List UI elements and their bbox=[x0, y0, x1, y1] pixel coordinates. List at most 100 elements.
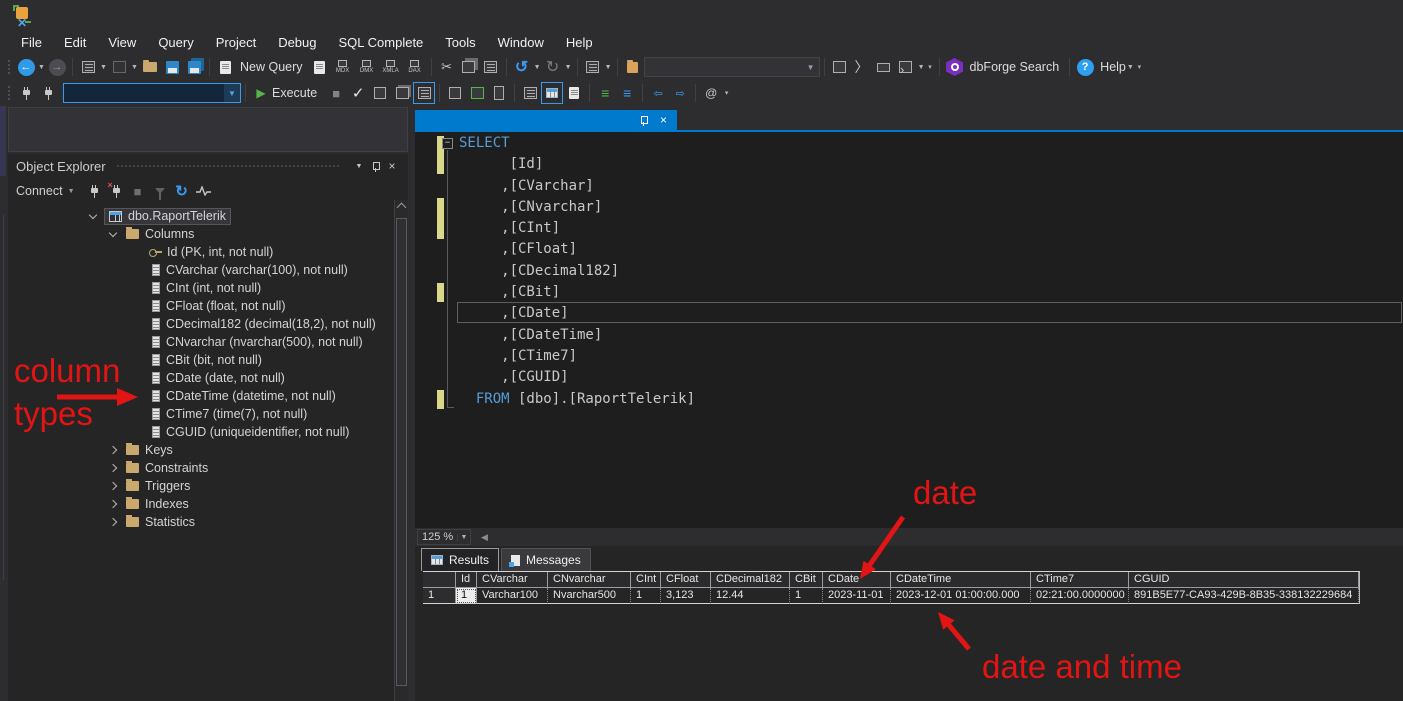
showplan-icon[interactable] bbox=[369, 82, 391, 104]
menu-window[interactable]: Window bbox=[487, 32, 555, 54]
tree-item-column[interactable]: CInt (int, not null) bbox=[8, 279, 408, 297]
new-project-dropdown-icon[interactable]: ▼ bbox=[99, 56, 108, 78]
tree-item-column[interactable]: CVarchar (varchar(100), not null) bbox=[8, 261, 408, 279]
tree-item-column[interactable]: CNvarchar (nvarchar(500), not null) bbox=[8, 333, 408, 351]
cancel-query-icon[interactable]: ■ bbox=[325, 82, 347, 104]
increase-indent-icon[interactable]: ⇨ bbox=[669, 82, 691, 104]
available-databases-combobox[interactable]: ▼ bbox=[63, 83, 241, 103]
tools-dropdown-icon[interactable]: ▼ bbox=[917, 56, 926, 78]
menu-project[interactable]: Project bbox=[205, 32, 267, 54]
menu-edit[interactable]: Edit bbox=[53, 32, 97, 54]
grid-corner-cell[interactable] bbox=[423, 572, 456, 588]
dbforge-search-button[interactable]: dbForge Search bbox=[970, 60, 1060, 74]
xml-showplan-icon[interactable] bbox=[829, 56, 851, 78]
toolbar-grip-2[interactable] bbox=[7, 85, 12, 101]
toolbar2-overflow-icon[interactable]: ▾ bbox=[722, 82, 731, 104]
selected-tree-item[interactable]: dbo.RaportTelerik bbox=[104, 208, 231, 225]
live-query-stats-icon[interactable] bbox=[466, 82, 488, 104]
grid-cell[interactable]: 2023-12-01 01:00:00.000 bbox=[891, 588, 1031, 604]
new-project-icon[interactable] bbox=[77, 56, 99, 78]
help-overflow-icon[interactable]: ▾ bbox=[1135, 56, 1144, 78]
pin-tab-icon[interactable] bbox=[640, 116, 647, 124]
decrease-indent-icon[interactable]: ⇦ bbox=[647, 82, 669, 104]
window-position-dropdown-icon[interactable]: ▼ bbox=[351, 163, 367, 170]
chevron-down-icon[interactable] bbox=[89, 210, 97, 218]
toolbar-grip[interactable] bbox=[7, 59, 12, 75]
filter-icon[interactable] bbox=[149, 180, 171, 202]
new-database-query-icon[interactable] bbox=[309, 56, 331, 78]
console-icon[interactable]: › bbox=[895, 56, 917, 78]
sqlcmd-mode-icon[interactable]: @ bbox=[700, 82, 722, 104]
query-options-icon[interactable] bbox=[413, 82, 435, 104]
wrench-icon[interactable]: 〉 bbox=[851, 56, 873, 78]
comment-lines-icon[interactable]: ≡ bbox=[594, 82, 616, 104]
scroll-left-icon[interactable]: ◀ bbox=[481, 532, 488, 543]
tree-item-statistics[interactable]: Statistics bbox=[8, 513, 408, 531]
grid-header[interactable]: CDecimal182 bbox=[711, 572, 790, 588]
mdx-query-icon[interactable]: MDX bbox=[331, 60, 355, 74]
open-file-icon[interactable] bbox=[139, 56, 161, 78]
stop-icon[interactable]: ■ bbox=[127, 180, 149, 202]
toolbox-icon[interactable] bbox=[873, 56, 895, 78]
grid-header[interactable]: Id bbox=[456, 572, 477, 588]
navigate-forward-icon[interactable]: → bbox=[46, 56, 68, 78]
redo-icon[interactable]: ↻ bbox=[542, 56, 564, 78]
grid-header[interactable]: CGUID bbox=[1129, 572, 1359, 588]
menu-debug[interactable]: Debug bbox=[267, 32, 327, 54]
chevron-right-icon[interactable] bbox=[109, 446, 117, 454]
object-explorer-titlebar[interactable]: Object Explorer ▼ × bbox=[8, 154, 408, 178]
menu-tools[interactable]: Tools bbox=[434, 32, 486, 54]
navigate-back-icon[interactable]: ← bbox=[15, 56, 37, 78]
disconnect-server-icon[interactable]: × bbox=[105, 180, 127, 202]
grid-header[interactable]: CNvarchar bbox=[548, 572, 631, 588]
grid-header[interactable]: CInt bbox=[631, 572, 661, 588]
connect-button[interactable]: Connect▼ bbox=[16, 184, 75, 198]
collapsed-panel-strip[interactable] bbox=[0, 106, 6, 176]
toolbar-overflow-icon[interactable]: ▾ bbox=[926, 56, 935, 78]
results-to-text-icon[interactable] bbox=[519, 82, 541, 104]
execute-icon[interactable]: ▶ bbox=[250, 82, 272, 104]
grid-cell[interactable]: 891B5E77-CA93-429B-8B35-338132229684 bbox=[1129, 588, 1359, 604]
grid-header[interactable]: CDateTime bbox=[891, 572, 1031, 588]
tree-item-triggers[interactable]: Triggers bbox=[8, 477, 408, 495]
grid-header[interactable]: CTime7 bbox=[1031, 572, 1129, 588]
change-connection-icon[interactable] bbox=[37, 82, 59, 104]
menu-sql-complete[interactable]: SQL Complete bbox=[328, 32, 435, 54]
grid-cell-selected[interactable]: 1 bbox=[456, 588, 477, 604]
tab-results[interactable]: Results bbox=[421, 548, 499, 571]
grid-cell[interactable]: 3,123 bbox=[661, 588, 711, 604]
pin-icon[interactable] bbox=[372, 162, 379, 170]
find-dropdown-icon[interactable]: ▼ bbox=[803, 58, 819, 76]
close-panel-icon[interactable]: × bbox=[384, 159, 400, 173]
undo-dropdown-icon[interactable]: ▼ bbox=[533, 56, 542, 78]
grid-header[interactable]: CFloat bbox=[661, 572, 711, 588]
panel-drag-handle[interactable] bbox=[116, 164, 341, 169]
add-item-icon[interactable] bbox=[108, 56, 130, 78]
cut-icon[interactable]: ✂ bbox=[436, 56, 458, 78]
editor-zoom-control[interactable]: 125 % ▼ bbox=[417, 529, 471, 545]
grid-cell[interactable]: 12.44 bbox=[711, 588, 790, 604]
new-query-icon[interactable] bbox=[214, 56, 236, 78]
activity-monitor-icon[interactable] bbox=[193, 180, 215, 202]
menu-help[interactable]: Help bbox=[555, 32, 604, 54]
query-designer-icon[interactable] bbox=[391, 82, 413, 104]
grid-cell[interactable]: Nvarchar500 bbox=[548, 588, 631, 604]
connect-server-icon[interactable] bbox=[83, 180, 105, 202]
object-explorer-scrollbar[interactable] bbox=[394, 200, 408, 701]
navigate-to-icon[interactable] bbox=[622, 56, 644, 78]
tree-item-column[interactable]: Id (PK, int, not null) bbox=[8, 243, 408, 261]
menu-query[interactable]: Query bbox=[147, 32, 204, 54]
scrollbar-thumb[interactable] bbox=[396, 218, 407, 686]
grid-header[interactable]: CDate bbox=[823, 572, 891, 588]
chevron-right-icon[interactable] bbox=[109, 482, 117, 490]
uncomment-lines-icon[interactable]: ≡ bbox=[616, 82, 638, 104]
tree-item-constraints[interactable]: Constraints bbox=[8, 459, 408, 477]
paste-icon[interactable] bbox=[480, 56, 502, 78]
grid-cell[interactable]: 02:21:00.0000000 bbox=[1031, 588, 1129, 604]
query-tab[interactable]: × bbox=[415, 110, 677, 130]
undo-icon[interactable]: ↺ bbox=[511, 56, 533, 78]
databases-dropdown-icon[interactable]: ▼ bbox=[224, 84, 240, 102]
copy-icon[interactable] bbox=[458, 56, 480, 78]
tree-item-indexes[interactable]: Indexes bbox=[8, 495, 408, 513]
add-item-dropdown-icon[interactable]: ▼ bbox=[130, 56, 139, 78]
